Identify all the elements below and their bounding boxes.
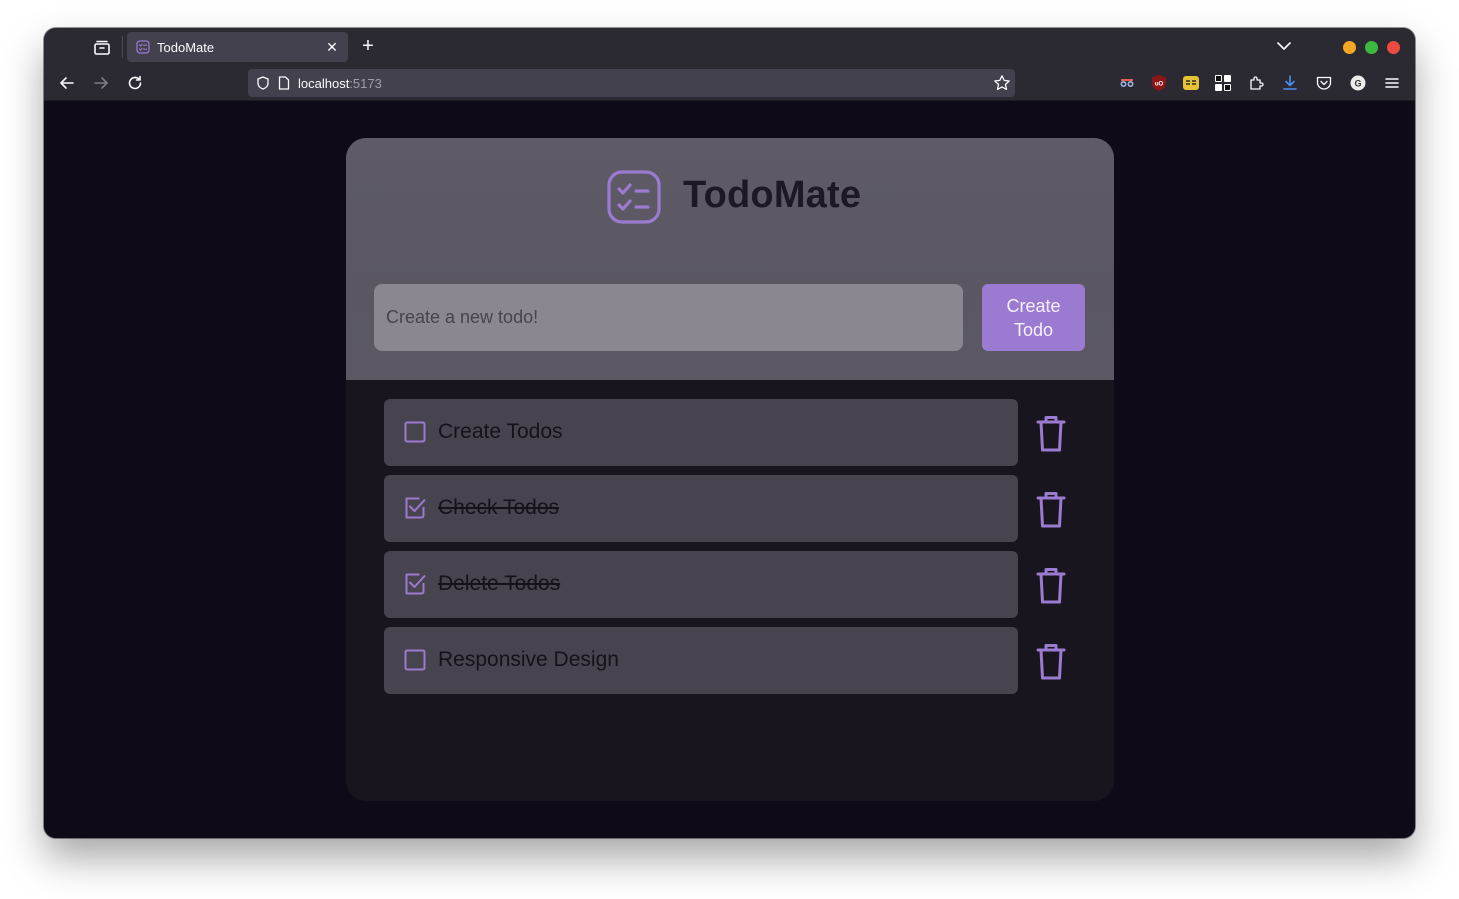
tab-list-chevron-icon[interactable]	[1276, 38, 1292, 54]
todo-row: Check Todos	[384, 475, 1076, 542]
trash-icon[interactable]	[1032, 413, 1070, 453]
downloads-icon[interactable]	[1281, 74, 1299, 92]
svg-text:uO: uO	[1155, 82, 1164, 88]
back-arrow-icon[interactable]	[58, 74, 76, 92]
create-todo-button[interactable]: Create Todo	[982, 284, 1085, 351]
extension-grid-icon[interactable]	[1214, 74, 1232, 92]
reload-icon[interactable]	[126, 74, 144, 92]
todo-text: Check Todos	[438, 496, 560, 519]
todo-list: Create Todos Check Todos Delete Todos Re…	[384, 399, 1076, 703]
checked-checkbox-icon[interactable]	[404, 497, 426, 519]
page-viewport: TodoMate Create Todo Create Todos	[44, 101, 1415, 838]
bookmark-star-icon[interactable]	[993, 74, 1011, 92]
tab-separator	[122, 36, 123, 58]
app-header: TodoMate Create Todo	[346, 138, 1114, 380]
todo-item: Responsive Design	[384, 627, 1018, 694]
unchecked-checkbox-icon[interactable]	[404, 421, 426, 443]
todo-text: Create Todos	[438, 420, 563, 443]
trash-icon[interactable]	[1032, 489, 1070, 529]
new-todo-input[interactable]	[374, 284, 963, 351]
trash-icon[interactable]	[1032, 641, 1070, 681]
new-tab-icon[interactable]: +	[358, 36, 378, 57]
forward-arrow-icon[interactable]	[92, 74, 110, 92]
page-info-icon[interactable]	[278, 76, 290, 90]
todo-row: Create Todos	[384, 399, 1076, 466]
browser-window: TodoMate ✕ + localhost:5173 uO G TodoMat…	[44, 28, 1415, 838]
url-text: localhost:5173	[298, 76, 382, 91]
tab-overview-icon[interactable]	[92, 37, 112, 57]
svg-text:G: G	[1354, 78, 1361, 88]
navigation-toolbar: localhost:5173 uO G	[44, 66, 1415, 101]
todo-text: Responsive Design	[438, 648, 619, 671]
todo-item: Check Todos	[384, 475, 1018, 542]
url-bar[interactable]: localhost:5173	[248, 69, 1015, 97]
favicon-icon	[136, 40, 150, 54]
url-port: :5173	[349, 76, 382, 91]
checklist-logo-icon	[607, 170, 661, 224]
tracking-shield-icon[interactable]	[256, 76, 270, 90]
app-title: TodoMate	[683, 174, 862, 216]
tab-title: TodoMate	[157, 40, 215, 55]
window-minimize-button[interactable]	[1343, 41, 1356, 54]
trash-icon[interactable]	[1032, 565, 1070, 605]
extension-spy-icon[interactable]	[1118, 74, 1136, 92]
window-maximize-button[interactable]	[1365, 41, 1378, 54]
window-close-button[interactable]	[1387, 41, 1400, 54]
todo-text: Delete Todos	[438, 572, 561, 595]
ublock-origin-icon[interactable]: uO	[1150, 74, 1168, 92]
tab-close-icon[interactable]: ✕	[324, 39, 340, 55]
todo-row: Responsive Design	[384, 627, 1076, 694]
tab-strip: TodoMate ✕ +	[44, 28, 1415, 66]
todo-item: Create Todos	[384, 399, 1018, 466]
unchecked-checkbox-icon[interactable]	[404, 649, 426, 671]
extension-reader-icon[interactable]	[1182, 74, 1200, 92]
todo-row: Delete Todos	[384, 551, 1076, 618]
checked-checkbox-icon[interactable]	[404, 573, 426, 595]
pocket-icon[interactable]	[1315, 74, 1333, 92]
todo-item: Delete Todos	[384, 551, 1018, 618]
hamburger-menu-icon[interactable]	[1383, 74, 1401, 92]
account-avatar-icon[interactable]: G	[1349, 74, 1367, 92]
extensions-puzzle-icon[interactable]	[1247, 74, 1265, 92]
todo-app-card: TodoMate Create Todo Create Todos	[346, 138, 1114, 801]
url-host: localhost	[298, 76, 350, 91]
browser-tab[interactable]: TodoMate ✕	[127, 32, 348, 62]
